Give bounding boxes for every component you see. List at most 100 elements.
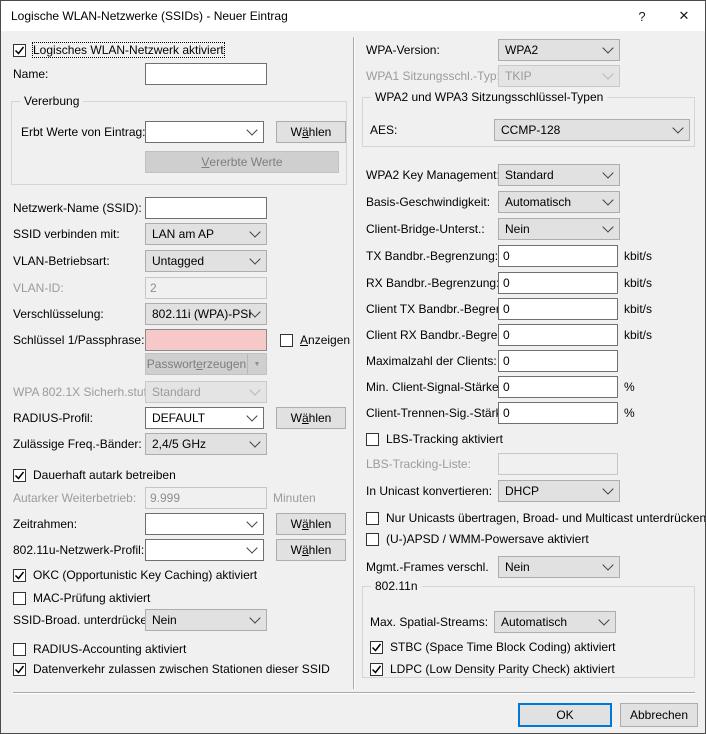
disconnect-signal-unit: % (624, 406, 635, 420)
ssid-broadcast-dropdown[interactable]: Nein (145, 609, 267, 631)
show-passphrase-checkbox[interactable] (280, 334, 293, 347)
client-tx-limit-input[interactable] (498, 298, 618, 320)
radius-accounting-row: RADIUS-Accounting aktiviert (13, 638, 186, 660)
inherit-from-dropdown[interactable] (145, 121, 264, 143)
dialog-window: Logische WLAN-Netzwerke (SSIDs) - Neuer … (0, 0, 706, 734)
lbs-label: LBS-Tracking aktiviert (386, 432, 503, 446)
radius-choose-button[interactable]: Wählen (276, 407, 346, 429)
passphrase-input[interactable] (145, 329, 267, 351)
encryption-label: Verschlüsselung: (13, 307, 145, 321)
inheritance-group-title: Vererbung (20, 94, 83, 108)
tx-limit-row: TX Bandbr.-Begrenzung: kbit/s (366, 245, 699, 267)
client-rx-limit-label: Client RX Bandbr.-Begrenz. (366, 328, 498, 342)
lbs-checkbox[interactable] (366, 433, 379, 446)
min-signal-input[interactable] (498, 376, 618, 398)
timeframe-dropdown[interactable] (145, 513, 264, 535)
vlan-mode-label: VLAN-Betriebsart: (13, 254, 145, 268)
inherit-choose-button[interactable]: Wählen (276, 121, 346, 143)
vlan-mode-dropdown[interactable]: Untagged (145, 250, 267, 272)
key-management-dropdown[interactable]: Standard (498, 164, 620, 186)
spatial-streams-row: Max. Spatial-Streams: Automatisch (370, 611, 690, 633)
okc-checkbox[interactable] (13, 569, 26, 582)
mgmt-frames-dropdown[interactable]: Nein (498, 556, 620, 578)
mac-check-checkbox[interactable] (13, 592, 26, 605)
ldpc-row: LDPC (Low Density Parity Check) aktivier… (370, 658, 615, 680)
mac-check-label: MAC-Prüfung aktiviert (33, 591, 150, 605)
rx-limit-input[interactable] (498, 272, 618, 294)
ldpc-checkbox[interactable] (370, 663, 383, 676)
net-profile-label: 802.11u-Netzwerk-Profil: (13, 543, 145, 557)
name-input[interactable] (145, 63, 267, 85)
wpa-version-dropdown[interactable]: WPA2 (498, 39, 620, 61)
aes-dropdown[interactable]: CCMP-128 (494, 119, 690, 141)
apsd-label: (U-)APSD / WMM-Powersave aktiviert (386, 532, 589, 546)
radius-accounting-checkbox[interactable] (13, 643, 26, 656)
vlan-mode-row: VLAN-Betriebsart: Untagged (13, 250, 346, 272)
lbs-list-row: LBS-Tracking-Liste: (366, 453, 699, 475)
max-clients-input[interactable] (498, 350, 618, 372)
net-profile-dropdown[interactable] (145, 539, 264, 561)
unicast-dropdown[interactable]: DHCP (498, 480, 620, 502)
dialog-title: Logische WLAN-Netzwerke (SSIDs) - Neuer … (1, 9, 621, 23)
chevron-down-icon (249, 384, 260, 395)
freq-bands-dropdown[interactable]: 2,4/5 GHz (145, 433, 267, 455)
okc-label: OKC (Opportunistic Key Caching) aktivier… (33, 568, 257, 582)
wpa-security-level-dropdown: Standard (145, 381, 267, 403)
stbc-checkbox[interactable] (370, 641, 383, 654)
unicast-only-checkbox[interactable] (366, 512, 379, 525)
chevron-down-icon (598, 614, 609, 625)
client-rx-limit-input[interactable] (498, 324, 618, 346)
apsd-checkbox[interactable] (366, 533, 379, 546)
rx-limit-row: RX Bandbr.-Begrenzung: kbit/s (366, 272, 699, 294)
show-passphrase-label: Anzeigen (300, 333, 350, 347)
ok-button[interactable]: OK (518, 703, 612, 727)
client-bridge-dropdown[interactable]: Nein (498, 218, 620, 240)
basic-rate-label: Basis-Geschwindigkeit: (366, 195, 498, 209)
ssid-name-label: Netzwerk-Name (SSID): (13, 201, 145, 215)
lbs-list-label: LBS-Tracking-Liste: (366, 457, 498, 471)
chevron-down-icon (602, 483, 613, 494)
wpa1-session-key-row: WPA1 Sitzungsschl.-Typ: TKIP (366, 65, 699, 87)
connect-ssid-dropdown[interactable]: LAN am AP (145, 223, 267, 245)
disconnect-signal-input[interactable] (498, 402, 618, 424)
vlan-id-input (145, 277, 267, 299)
basic-rate-row: Basis-Geschwindigkeit: Automatisch (366, 191, 699, 213)
chevron-down-icon (246, 542, 257, 553)
tx-limit-label: TX Bandbr.-Begrenzung: (366, 249, 498, 263)
ssid-name-row: Netzwerk-Name (SSID): (13, 197, 346, 219)
standalone-checkbox[interactable] (13, 469, 26, 482)
wpa1-session-key-dropdown: TKIP (498, 65, 620, 87)
wpa-version-row: WPA-Version: WPA2 (366, 39, 699, 61)
title-bar: Logische WLAN-Netzwerke (SSIDs) - Neuer … (1, 1, 705, 31)
ssid-name-input[interactable] (145, 197, 267, 219)
aes-row: AES: CCMP-128 (370, 119, 690, 141)
encryption-dropdown[interactable]: 802.11i (WPA)-PSK (145, 303, 267, 325)
chevron-down-icon (249, 226, 260, 237)
radius-profile-label: RADIUS-Profil: (13, 411, 145, 425)
help-button[interactable]: ? (621, 1, 663, 31)
name-label: Name: (13, 67, 145, 81)
close-button[interactable]: ✕ (663, 1, 705, 31)
max-clients-row: Maximalzahl der Clients: (366, 350, 699, 372)
check-icon (14, 470, 25, 481)
lbs-row: LBS-Tracking aktiviert (366, 428, 503, 450)
basic-rate-dropdown[interactable]: Automatisch (498, 191, 620, 213)
rx-limit-unit: kbit/s (624, 276, 652, 290)
freq-bands-row: Zulässige Freq.-Bänder: 2,4/5 GHz (13, 433, 346, 455)
radius-accounting-label: RADIUS-Accounting aktiviert (33, 642, 186, 656)
tx-limit-input[interactable] (498, 245, 618, 267)
freq-bands-label: Zulässige Freq.-Bänder: (13, 437, 145, 451)
spatial-streams-dropdown[interactable]: Automatisch (494, 611, 616, 633)
client-tx-limit-label: Client TX Bandbr.-Begrenz. (366, 302, 498, 316)
chevron-down-icon (249, 253, 260, 264)
timeframe-choose-button[interactable]: Wählen (276, 513, 346, 535)
network-enabled-checkbox[interactable] (13, 44, 26, 57)
spatial-streams-label: Max. Spatial-Streams: (370, 615, 494, 629)
interstation-checkbox[interactable] (13, 663, 26, 676)
net-profile-choose-button[interactable]: Wählen (276, 539, 346, 561)
cancel-button[interactable]: Abbrechen (620, 703, 698, 727)
radius-profile-dropdown[interactable]: DEFAULT (145, 407, 264, 429)
client-rx-limit-row: Client RX Bandbr.-Begrenz. kbit/s (366, 324, 699, 346)
encryption-row: Verschlüsselung: 802.11i (WPA)-PSK (13, 303, 346, 325)
inherit-from-label: Erbt Werte von Eintrag: (21, 125, 145, 139)
